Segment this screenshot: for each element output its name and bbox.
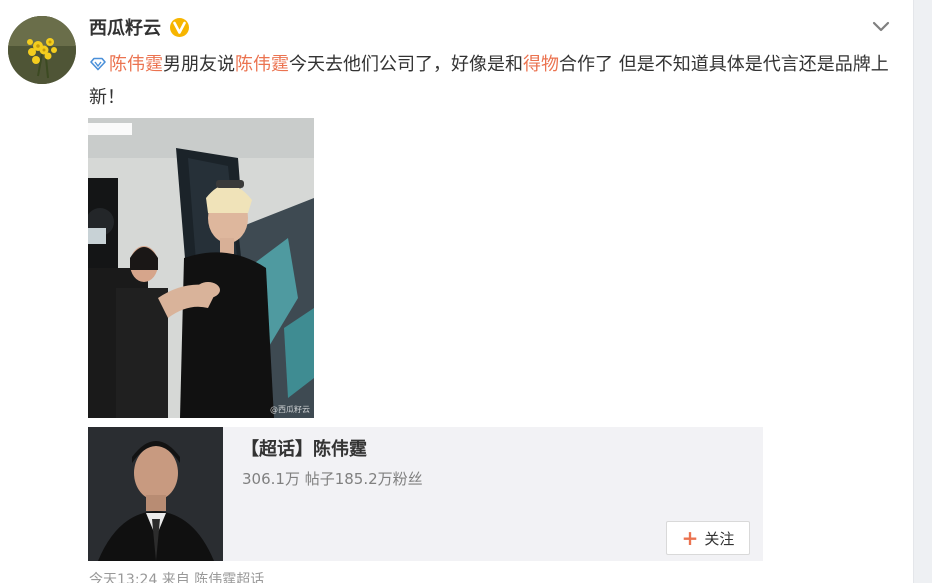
mention-link-chen-weiting[interactable]: 陈伟霆 <box>235 54 289 75</box>
mention-link-dewu[interactable]: 得物 <box>523 54 559 75</box>
plus-icon: + <box>681 526 699 550</box>
verified-icon <box>170 18 189 37</box>
card-title[interactable]: 【超话】陈伟霆 <box>241 438 367 462</box>
super-topic-icon[interactable] <box>89 57 107 71</box>
card-stats: 306.1万 帖子185.2万粉丝 <box>242 470 423 488</box>
page-scroll-gutter <box>913 0 932 583</box>
post-text-segment: 今天去他们公司了，好像是和 <box>289 54 523 75</box>
topic-link-chen-weiting[interactable]: 陈伟霆 <box>109 54 163 75</box>
chevron-down-icon[interactable] <box>871 20 891 34</box>
post-text-segment: 男朋友说 <box>163 54 235 75</box>
follow-button-label: 关注 <box>704 529 735 548</box>
card-thumbnail <box>88 427 223 561</box>
follow-button[interactable]: + 关注 <box>666 521 750 555</box>
post-meta: 今天13:24 来自 陈伟霆超话 <box>89 572 265 583</box>
avatar[interactable] <box>8 16 76 84</box>
super-topic-card[interactable]: 【超话】陈伟霆 306.1万 帖子185.2万粉丝 + 关注 <box>88 427 763 561</box>
user-name[interactable]: 西瓜籽云 <box>89 17 161 41</box>
post-text: 陈伟霆男朋友说陈伟霆今天去他们公司了，好像是和得物合作了 但是不知道具体是代言还… <box>89 48 889 114</box>
post-photo[interactable]: @西瓜籽云 <box>88 118 314 418</box>
photo-watermark: @西瓜籽云 <box>270 405 310 414</box>
